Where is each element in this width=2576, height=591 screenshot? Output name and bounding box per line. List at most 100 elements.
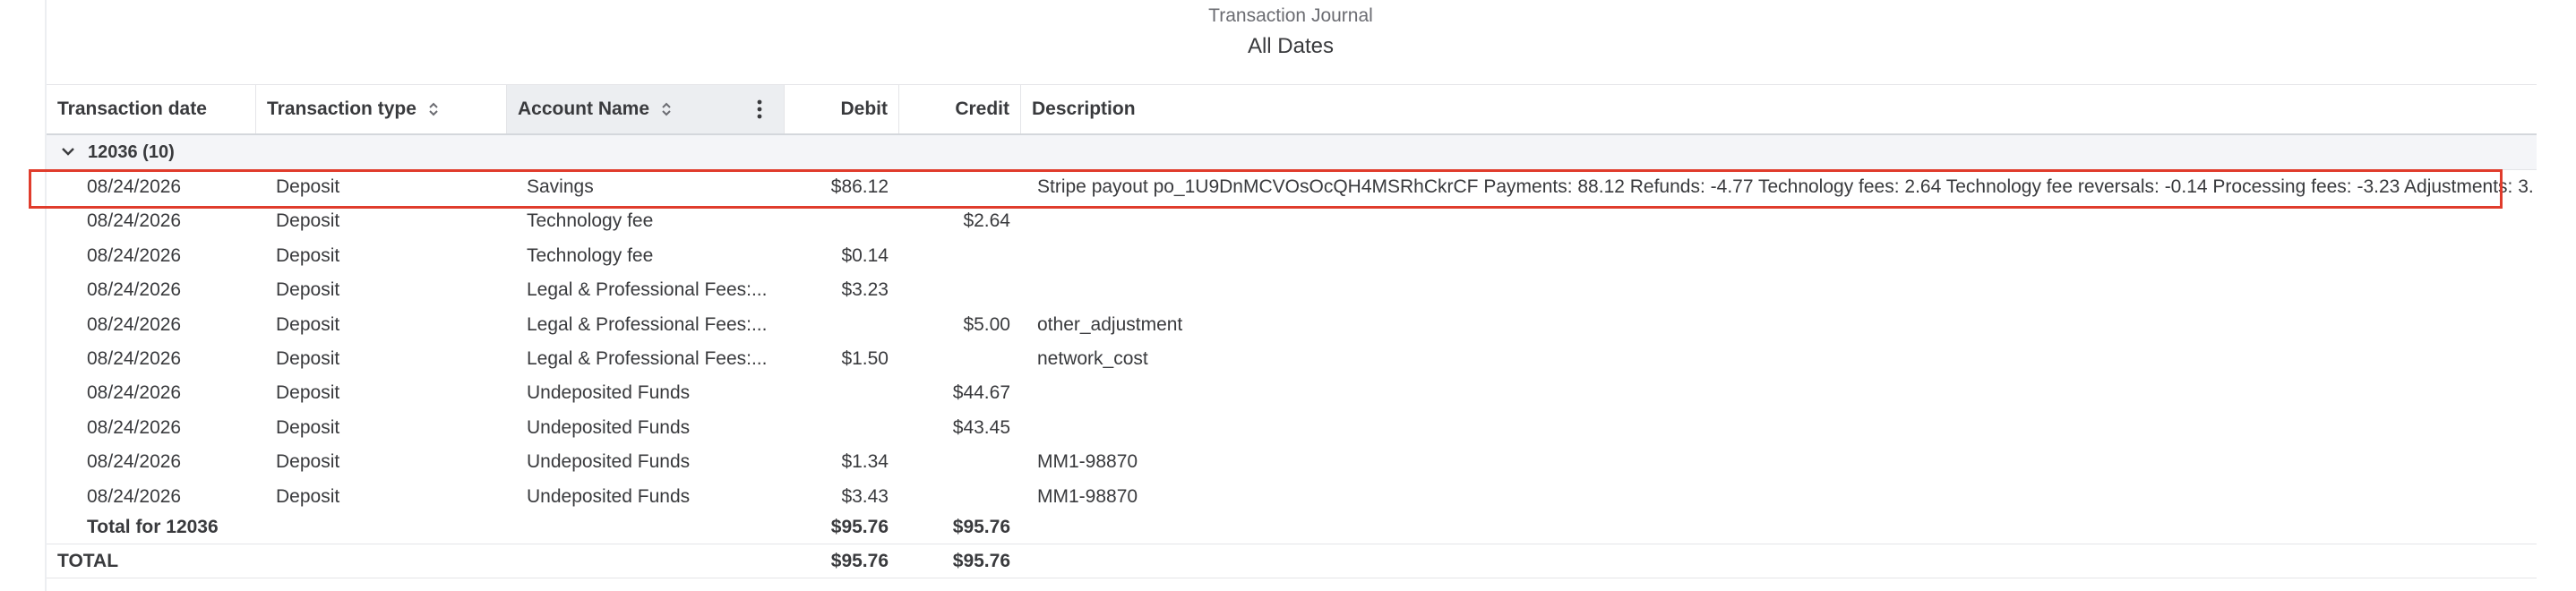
cell-debit — [785, 411, 889, 445]
column-header-label: Credit — [955, 98, 1009, 119]
column-header-debit[interactable]: Debit — [785, 85, 899, 133]
cell-description — [1037, 239, 2533, 273]
cell-debit: $1.34 — [841, 451, 889, 473]
column-header-credit[interactable]: Credit — [899, 85, 1021, 133]
table-row[interactable]: 08/24/2026 Deposit Technology fee $2.64 — [47, 204, 2537, 238]
column-header-label: Transaction type — [267, 98, 416, 119]
sort-updown-icon[interactable] — [660, 100, 673, 118]
table-row[interactable]: 08/24/2026 Deposit Savings $86.12 Stripe pay… — [47, 170, 2537, 204]
cell-account-name: Technology fee — [527, 244, 654, 266]
cell-credit — [899, 239, 1010, 273]
cell-transaction-date[interactable]: 08/24/2026 — [87, 342, 239, 376]
group-label: 12036 (10) — [88, 142, 175, 162]
cell-credit: $2.64 — [963, 210, 1010, 232]
cell-debit: $3.23 — [841, 279, 889, 301]
report-subtitle: All Dates — [1247, 34, 1335, 58]
cell-credit — [899, 170, 1010, 204]
table-row[interactable]: 08/24/2026 Deposit Legal & Professional Fe… — [47, 308, 2537, 342]
cell-account-name: Undeposited Funds — [527, 485, 691, 507]
cell-transaction-date[interactable]: 08/24/2026 — [87, 445, 239, 479]
report-title: Transaction Journal — [1208, 5, 1373, 26]
cell-account-name: Undeposited Funds — [527, 451, 691, 473]
chevron-down-icon[interactable] — [61, 146, 75, 157]
grand-total-credit: $95.76 — [952, 551, 1010, 571]
cell-description — [1037, 376, 2533, 410]
column-header-label: Transaction date — [57, 98, 207, 119]
cell-debit — [785, 308, 889, 342]
cell-transaction-date[interactable]: 08/24/2026 — [87, 170, 239, 204]
cell-credit — [899, 273, 1010, 307]
column-header-description[interactable]: Description — [1021, 85, 2537, 133]
cell-transaction-type[interactable]: Deposit — [276, 480, 500, 514]
cell-description: MM1-98870 — [1037, 451, 1138, 473]
grand-total-debit: $95.76 — [830, 551, 889, 571]
group-row-12036[interactable]: 12036 (10) — [47, 135, 2537, 170]
cell-debit — [785, 204, 889, 238]
cell-transaction-date[interactable]: 08/24/2026 — [87, 308, 239, 342]
cell-credit — [899, 342, 1010, 376]
cell-account-name: Legal & Professional Fees:... — [527, 348, 768, 369]
cell-description — [1037, 204, 2533, 238]
cell-transaction-type[interactable]: Deposit — [276, 445, 500, 479]
column-header-transaction-date[interactable]: Transaction date — [47, 85, 256, 133]
cell-credit: $44.67 — [952, 382, 1010, 404]
cell-transaction-type[interactable]: Deposit — [276, 411, 500, 445]
table-header: Transaction date Transaction type Accoun… — [47, 85, 2537, 135]
cell-description — [1037, 411, 2533, 445]
column-header-account-name[interactable]: Account Name — [507, 85, 785, 133]
cell-debit: $3.43 — [841, 485, 889, 507]
cell-account-name: Undeposited Funds — [527, 382, 691, 404]
cell-transaction-type[interactable]: Deposit — [276, 376, 500, 410]
cell-description: network_cost — [1037, 348, 1148, 369]
group-total-row: Total for 12036 $95.76 $95.76 — [47, 510, 2537, 544]
column-header-label: Debit — [840, 98, 889, 119]
cell-transaction-date[interactable]: 08/24/2026 — [87, 239, 239, 273]
cell-transaction-type[interactable]: Deposit — [276, 342, 500, 376]
more-vertical-icon[interactable] — [757, 98, 762, 120]
table-row[interactable]: 08/24/2026 Deposit Technology fee $0.14 — [47, 239, 2537, 273]
cell-account-name: Undeposited Funds — [527, 416, 691, 438]
table-row[interactable]: 08/24/2026 Deposit Undeposited Funds $43.45 — [47, 411, 2537, 445]
cell-debit: $1.50 — [841, 348, 889, 369]
cell-description: MM1-98870 — [1037, 485, 1138, 507]
table-row[interactable]: 08/24/2026 Deposit Undeposited Funds $1.34 M… — [47, 445, 2537, 479]
cell-description — [1037, 273, 2533, 307]
cell-credit: $5.00 — [963, 313, 1010, 335]
group-total-credit: $95.76 — [952, 517, 1010, 537]
grand-total-row: TOTAL $95.76 $95.76 — [47, 544, 2537, 578]
table-row[interactable]: 08/24/2026 Deposit Undeposited Funds $44.67 — [47, 376, 2537, 410]
table-row[interactable]: 08/24/2026 Deposit Legal & Professional Fe… — [47, 273, 2537, 307]
cell-transaction-type[interactable]: Deposit — [276, 273, 500, 307]
cell-credit: $43.45 — [952, 416, 1010, 438]
grand-total-label: TOTAL — [57, 551, 119, 571]
cell-transaction-date[interactable]: 08/24/2026 — [87, 204, 239, 238]
cell-transaction-type[interactable]: Deposit — [276, 308, 500, 342]
report-container: Transaction Journal All Dates Transactio… — [45, 0, 2537, 591]
sort-updown-icon[interactable] — [427, 100, 440, 118]
cell-transaction-date[interactable]: 08/24/2026 — [87, 273, 239, 307]
cell-transaction-type[interactable]: Deposit — [276, 170, 500, 204]
cell-debit — [785, 376, 889, 410]
table-row[interactable]: 08/24/2026 Deposit Undeposited Funds $3.43 M… — [47, 480, 2537, 514]
cell-account-name: Savings — [527, 176, 594, 197]
cell-debit: $86.12 — [830, 176, 889, 197]
cell-transaction-type[interactable]: Deposit — [276, 239, 500, 273]
cell-account-name: Legal & Professional Fees:... — [527, 279, 768, 301]
group-total-label: Total for 12036 — [87, 517, 219, 537]
cell-transaction-date[interactable]: 08/24/2026 — [87, 376, 239, 410]
cell-description: Stripe payout po_1U9DnMCVOsOcQH4MSRhCkrC… — [1037, 176, 2533, 197]
cell-account-name: Legal & Professional Fees:... — [527, 313, 768, 335]
column-header-label: Account Name — [518, 98, 650, 119]
cell-description: other_adjustment — [1037, 313, 1183, 335]
group-total-debit: $95.76 — [830, 517, 889, 537]
cell-credit — [899, 445, 1010, 479]
table-row[interactable]: 08/24/2026 Deposit Legal & Professional Fe… — [47, 342, 2537, 376]
cell-transaction-date[interactable]: 08/24/2026 — [87, 480, 239, 514]
cell-account-name: Technology fee — [527, 210, 654, 232]
cell-transaction-type[interactable]: Deposit — [276, 204, 500, 238]
cell-credit — [899, 480, 1010, 514]
column-header-label: Description — [1032, 98, 1136, 119]
cell-debit: $0.14 — [841, 244, 889, 266]
column-header-transaction-type[interactable]: Transaction type — [256, 85, 507, 133]
cell-transaction-date[interactable]: 08/24/2026 — [87, 411, 239, 445]
